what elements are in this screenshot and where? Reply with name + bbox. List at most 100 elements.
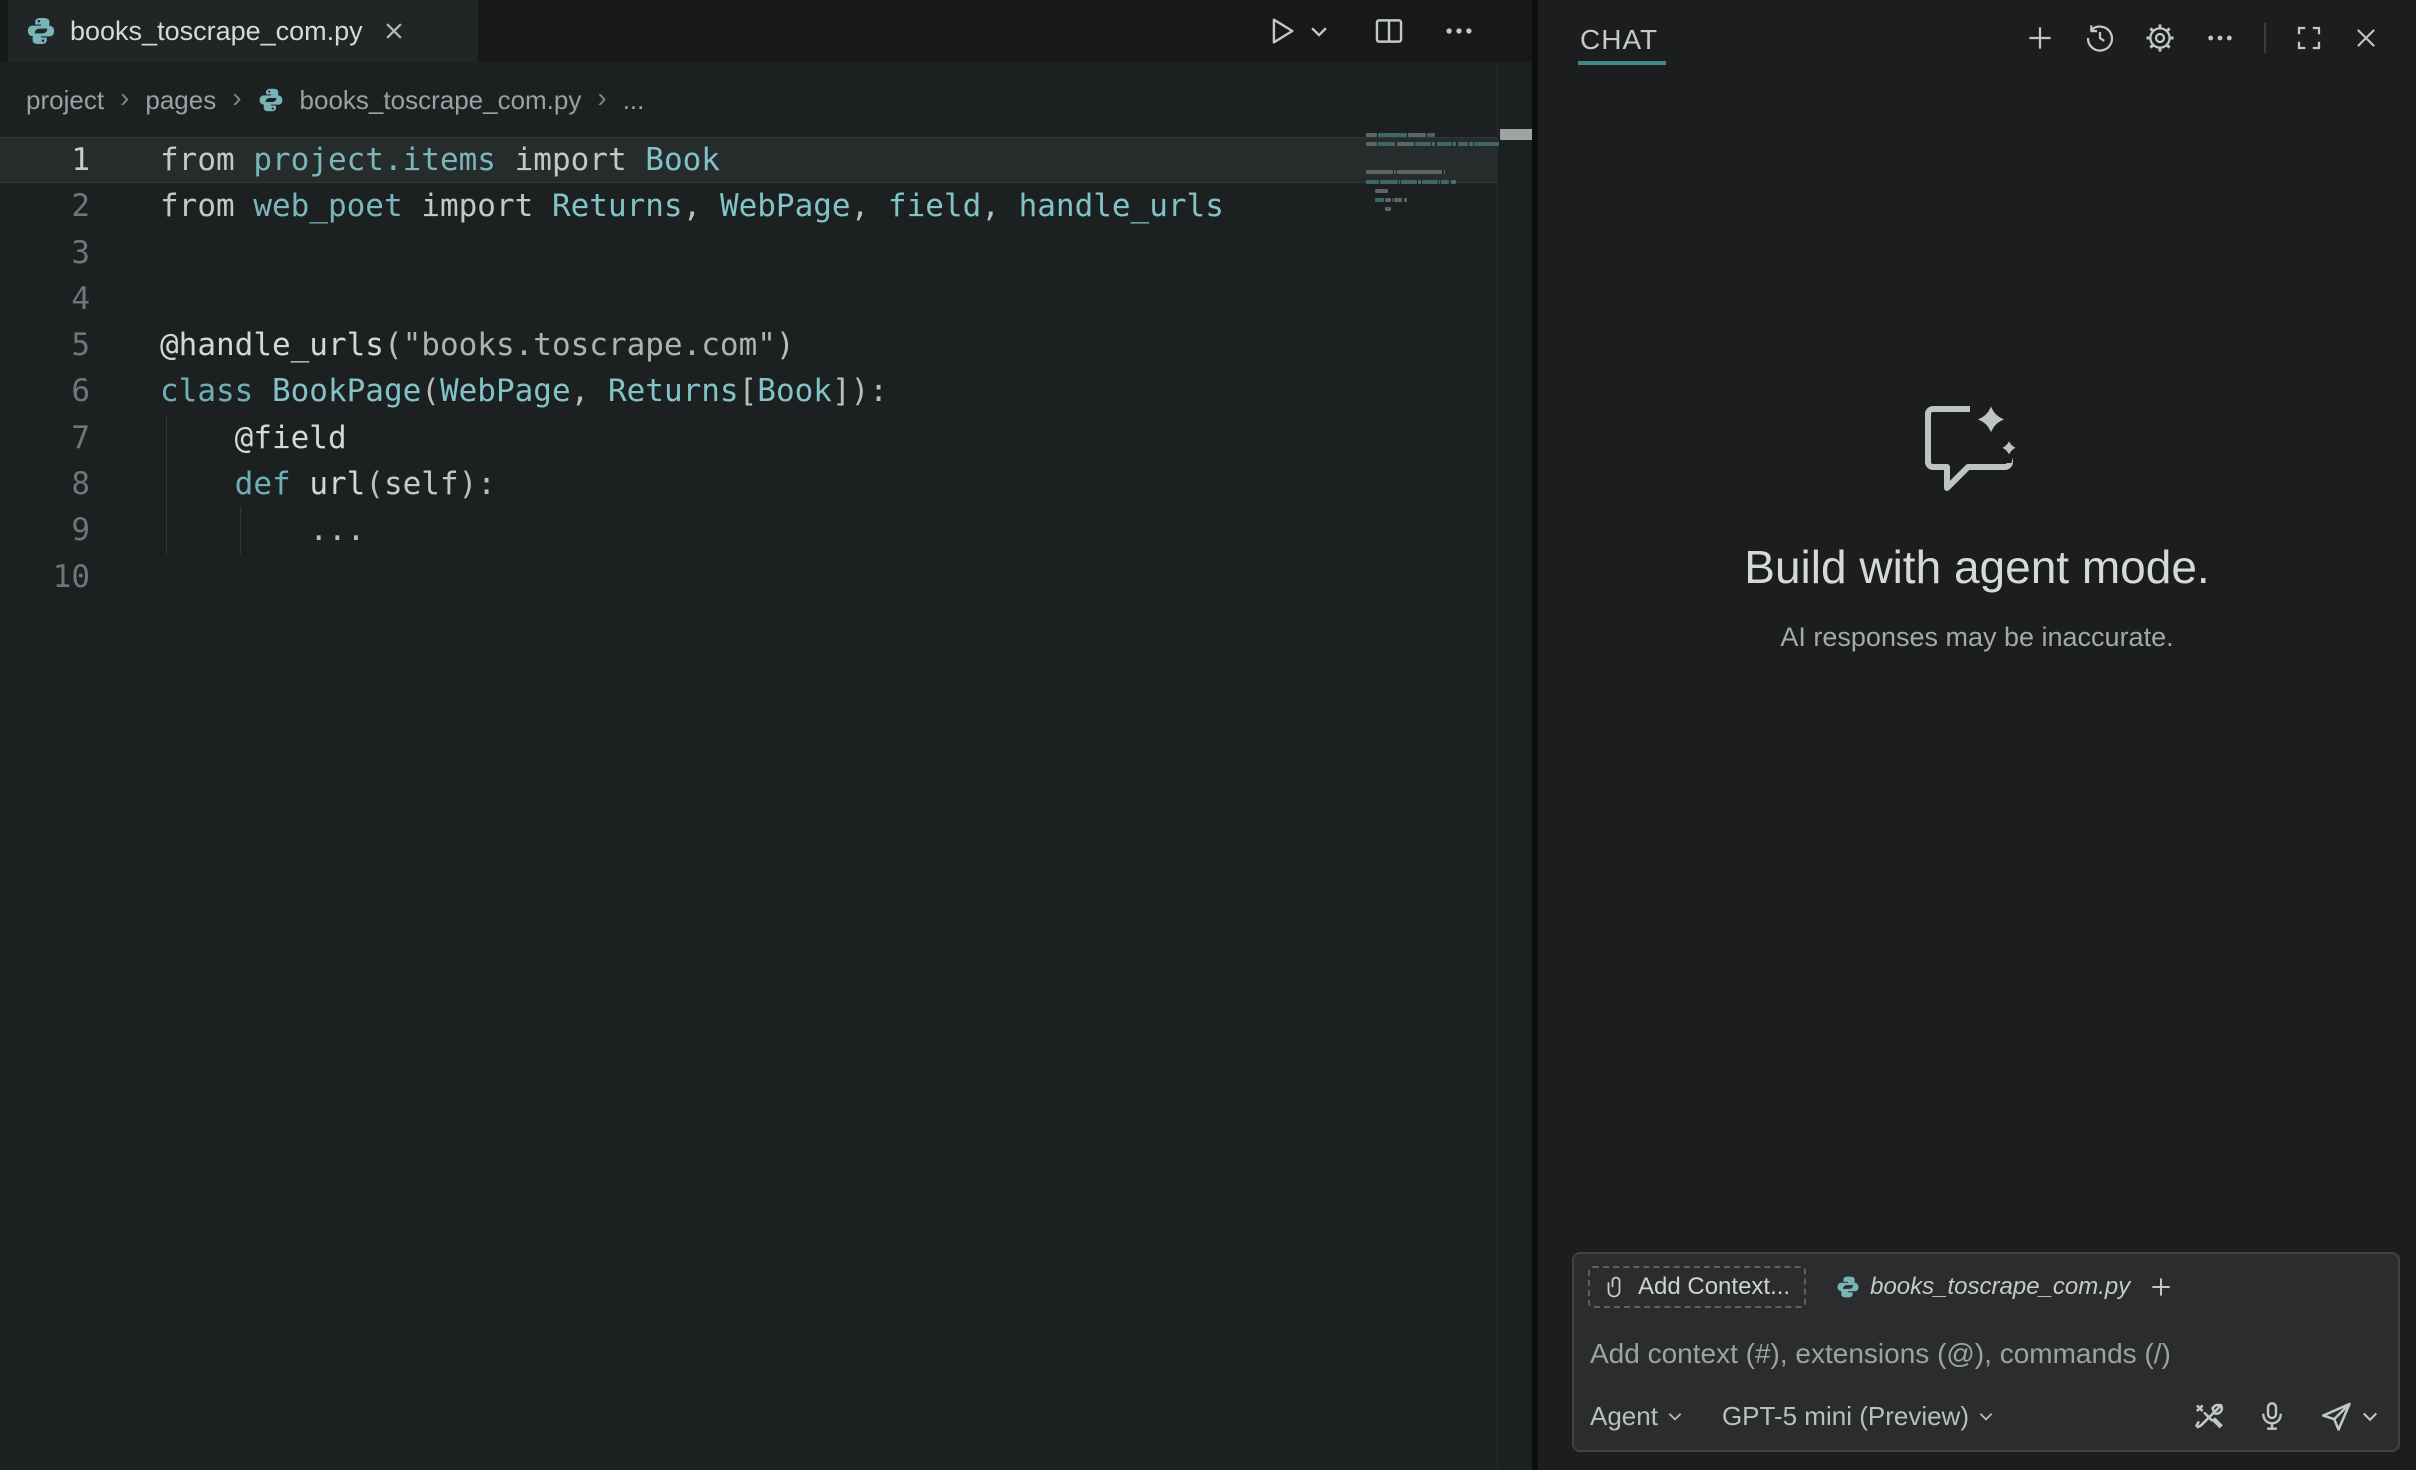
breadcrumb-file[interactable]: books_toscrape_com.py [300,85,582,116]
indent-guide [166,507,167,553]
minimap-line [1397,142,1415,146]
code-line[interactable]: 1from project.items import Book [0,137,1497,183]
minimap-line [1451,180,1457,184]
plus-icon [2148,1274,2174,1300]
editor-group: books_toscrape_com.py project › pages › [0,0,1532,1470]
send-dropdown-button[interactable] [2360,1406,2380,1426]
minimap-line [1441,180,1449,184]
more-actions-button[interactable] [1442,14,1476,48]
close-panel-button[interactable] [2352,24,2380,52]
tools-icon [2192,1399,2226,1433]
new-chat-button[interactable] [2024,22,2056,54]
mode-picker-label: Agent [1590,1401,1658,1432]
breadcrumb-symbol[interactable]: ... [623,85,645,116]
minimap-line [1366,133,1377,137]
chat-panel: CHAT [1538,0,2416,1470]
add-context-label: Add Context... [1638,1273,1790,1301]
maximize-icon [2294,23,2324,53]
header-divider [2264,23,2266,53]
line-number: 1 [0,137,90,183]
send-button[interactable] [2318,1398,2354,1434]
code-editor[interactable]: 1from project.items import Book2from web… [0,137,1497,600]
history-button[interactable] [2084,22,2116,54]
code-line[interactable]: 4 [0,276,1497,322]
chat-tab-underline [1578,61,1666,65]
code-line[interactable]: 3 [0,230,1497,276]
mode-picker[interactable]: Agent [1590,1401,1684,1432]
attach-more-button[interactable] [2148,1274,2174,1300]
minimap-line [1385,198,1391,202]
split-editor-button[interactable] [1372,14,1406,48]
minimap-line [1366,170,1393,174]
minimap-line [1399,180,1401,184]
microphone-icon [2256,1400,2288,1432]
tab-filename: books_toscrape_com.py [70,16,363,47]
breadcrumb-project[interactable]: project [26,85,104,116]
maximize-button[interactable] [2294,23,2324,53]
code-line[interactable]: 7 @field [0,415,1497,461]
line-number: 8 [0,461,90,507]
code-line[interactable]: 5@handle_urls("books.toscrape.com") [0,322,1497,368]
minimap-line [1394,170,1396,174]
line-number: 5 [0,322,90,368]
minimap-line [1392,198,1394,202]
plus-icon [2024,22,2056,54]
indent-guide [166,415,167,461]
voice-input-button[interactable] [2256,1400,2288,1432]
add-context-button[interactable]: Add Context... [1588,1266,1806,1308]
minimap-line [1439,180,1441,184]
line-number: 2 [0,183,90,229]
context-chips-row: Add Context... books_toscrape_com.py [1588,1266,2190,1308]
minimap-line [1366,142,1377,146]
breadcrumb-pages[interactable]: pages [145,85,216,116]
minimap[interactable] [1356,120,1497,280]
gear-icon [2144,22,2176,54]
minimap-line [1415,142,1430,146]
chat-empty-state: Build with agent mode. AI responses may … [1538,395,2416,653]
minimap-line [1437,142,1452,146]
chat-panel-header: CHAT [1538,0,2416,76]
configure-tools-button[interactable] [2192,1399,2226,1433]
code-line[interactable]: 8 def url(self): [0,461,1497,507]
code-line[interactable]: 10 [0,554,1497,600]
split-editor-icon [1372,14,1406,48]
copilot-chat-sparkle-icon [1917,395,2037,495]
chevron-down-icon [1666,1407,1684,1425]
tab-books-toscrape[interactable]: books_toscrape_com.py [8,0,478,62]
send-button-group [2318,1398,2380,1434]
empty-state-subtitle: AI responses may be inaccurate. [1538,622,2416,653]
line-number: 7 [0,415,90,461]
settings-button[interactable] [2144,22,2176,54]
python-icon [26,16,56,46]
code-line[interactable]: 9 ... [0,507,1497,553]
minimap-line [1404,198,1408,202]
minimap-line [1422,180,1437,184]
ellipsis-icon [2204,22,2236,54]
history-icon [2084,22,2116,54]
tab-close-icon[interactable] [383,20,405,42]
minimap-line [1418,180,1422,184]
code-text: @field [160,415,347,461]
code-line[interactable]: 2from web_poet import Returns, WebPage, … [0,183,1497,229]
minimap-line [1378,142,1396,146]
chevron-down-icon [1308,20,1330,42]
chat-input-container[interactable]: Add Context... books_toscrape_com.py Add… [1572,1252,2400,1452]
run-button[interactable] [1264,14,1330,48]
code-line[interactable]: 6class BookPage(WebPage, Returns[Book]): [0,368,1497,414]
paperclip-icon [1604,1275,1628,1299]
minimap-line [1444,170,1446,174]
minimap-border [1497,62,1498,1470]
line-number: 6 [0,368,90,414]
model-picker[interactable]: GPT-5 mini (Preview) [1722,1401,1995,1432]
line-number: 9 [0,507,90,553]
scrollbar-thumb[interactable] [1500,129,1533,140]
minimap-line [1458,142,1469,146]
more-button[interactable] [2204,22,2236,54]
code-text: def url(self): [160,461,496,507]
breadcrumb: project › pages › books_toscrape_com.py … [26,78,644,122]
indent-guide [166,461,167,507]
minimap-line [1375,189,1388,193]
chat-input-placeholder[interactable]: Add context (#), extensions (@), command… [1590,1338,2171,1370]
tab-chat[interactable]: CHAT [1580,24,1658,56]
current-file-chip[interactable]: books_toscrape_com.py [1830,1266,2190,1308]
